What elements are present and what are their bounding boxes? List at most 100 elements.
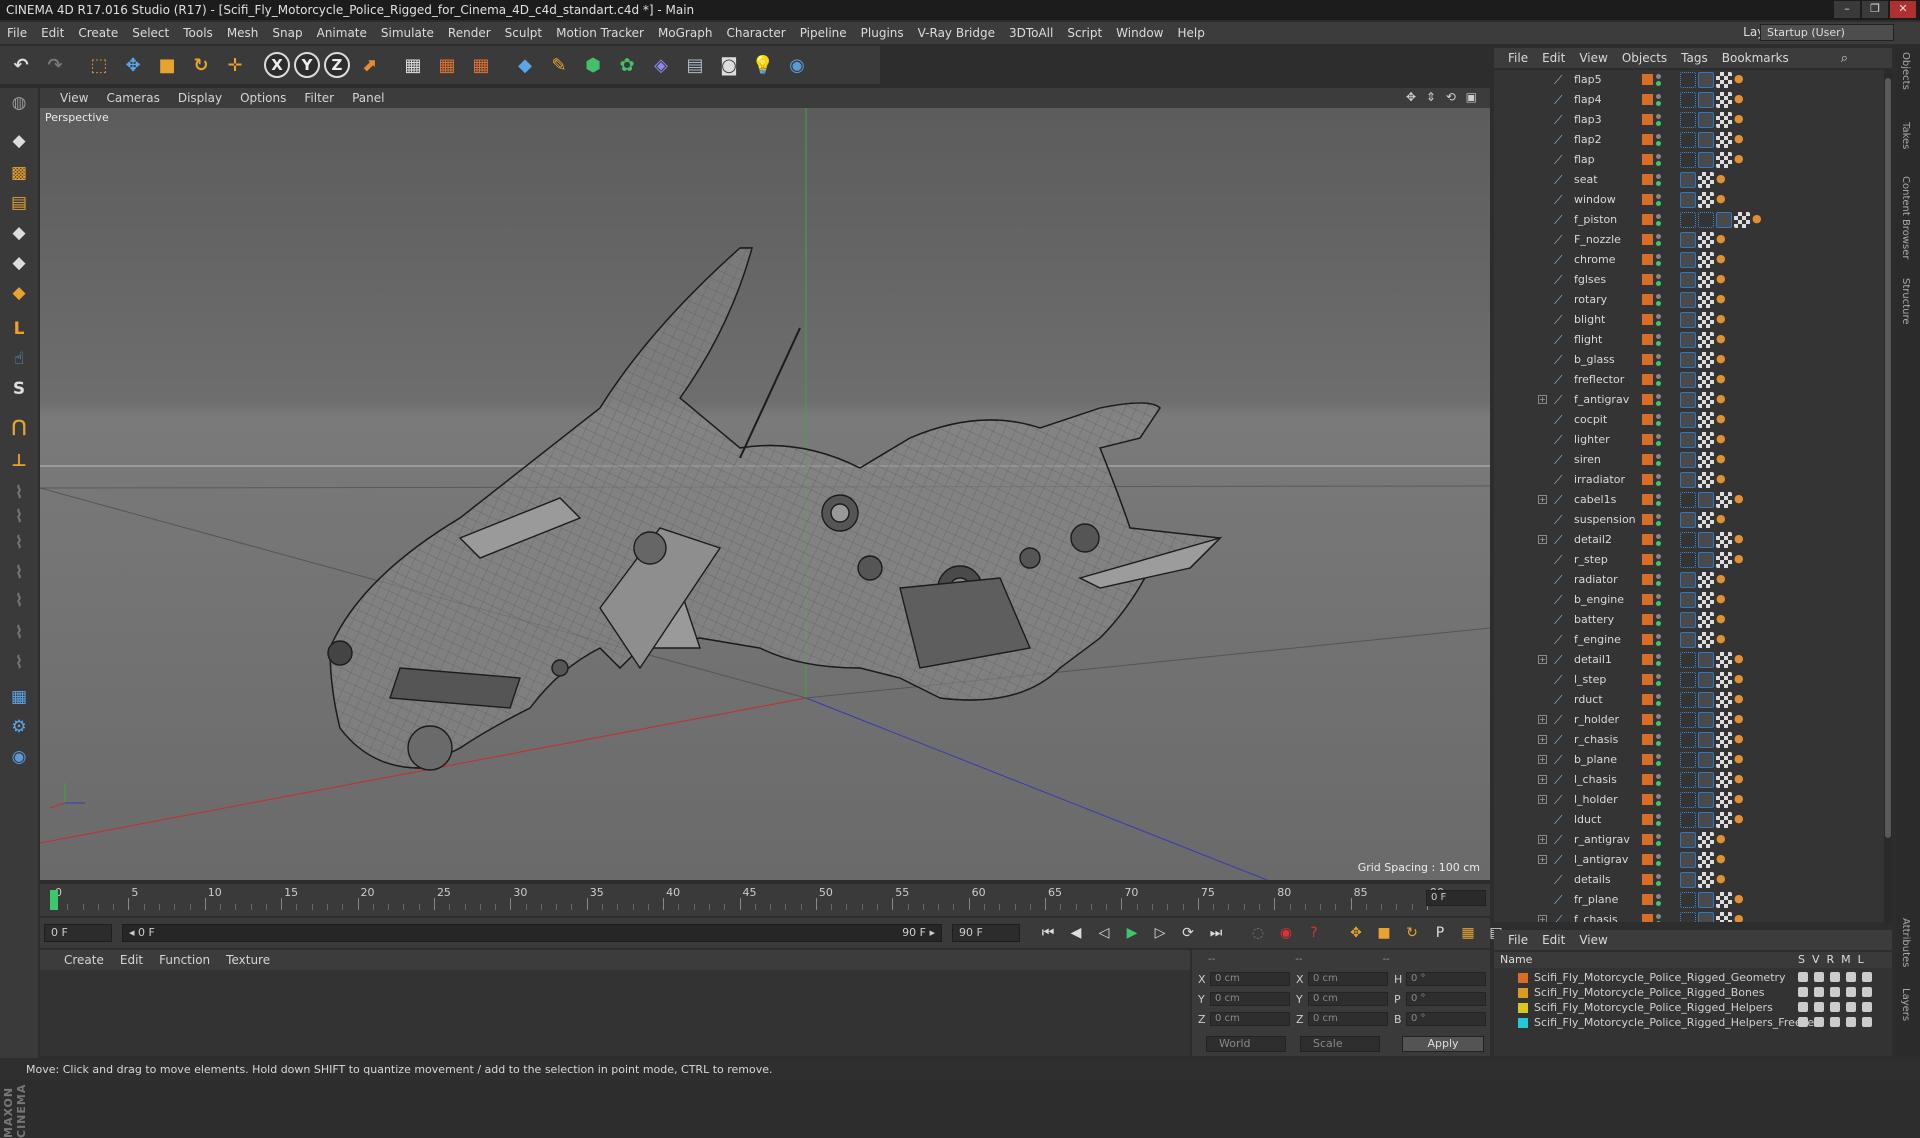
visibility-dots[interactable]	[1656, 232, 1662, 248]
ik-tag-icon[interactable]	[1680, 472, 1696, 488]
editor-visibility-dot[interactable]	[1656, 194, 1661, 199]
editor-visibility-dot[interactable]	[1656, 674, 1661, 679]
object-name[interactable]: suspension	[1574, 513, 1636, 526]
menu-select[interactable]: Select	[125, 26, 176, 40]
texture-tag-icon[interactable]	[1716, 492, 1732, 508]
layer-flag-toggle[interactable]	[1798, 1017, 1808, 1027]
play-icon[interactable]: ▶	[1120, 922, 1144, 944]
layer-flag-column[interactable]: L	[1858, 953, 1864, 966]
object-row[interactable]: + ⟋ cabel1s ●	[1494, 490, 1878, 510]
layer-flag-column[interactable]: S	[1798, 953, 1805, 966]
layer-color-swatch[interactable]	[1518, 1003, 1528, 1013]
weight-tag-icon[interactable]: ●	[1716, 612, 1726, 628]
editor-visibility-dot[interactable]	[1656, 874, 1661, 879]
object-name[interactable]: battery	[1574, 613, 1614, 626]
visibility-dots[interactable]	[1656, 412, 1662, 428]
visibility-dots[interactable]	[1656, 812, 1662, 828]
layer-color-swatch[interactable]	[1642, 594, 1653, 605]
object-row[interactable]: + ⟋ b_plane ●	[1494, 750, 1878, 770]
visibility-dots[interactable]	[1656, 72, 1662, 88]
render-visibility-dot[interactable]	[1656, 361, 1661, 366]
visibility-dots[interactable]	[1656, 872, 1662, 888]
menu-mograph[interactable]: MoGraph	[651, 26, 720, 40]
layer-color-swatch[interactable]	[1642, 634, 1653, 645]
ik-tag-icon[interactable]	[1698, 492, 1714, 508]
brush-5-icon[interactable]: ⌇	[4, 586, 34, 616]
weight-tag-icon[interactable]: ●	[1734, 112, 1744, 128]
texture-tag-icon[interactable]	[1716, 72, 1732, 88]
menu-create[interactable]: Create	[71, 26, 125, 40]
render-visibility-dot[interactable]	[1656, 881, 1661, 886]
menu-simulate[interactable]: Simulate	[374, 26, 441, 40]
render-visibility-dot[interactable]	[1656, 701, 1661, 706]
coordinate-input[interactable]: 0 °	[1406, 992, 1486, 1006]
layer-color-swatch[interactable]	[1642, 534, 1653, 545]
object-row[interactable]: ⟋ blight ●	[1494, 310, 1878, 330]
ik-tag-icon[interactable]	[1698, 552, 1714, 568]
object-name[interactable]: flap	[1574, 153, 1595, 166]
ik-tag-icon[interactable]	[1698, 652, 1714, 668]
render-visibility-dot[interactable]	[1656, 581, 1661, 586]
visibility-dots[interactable]	[1656, 332, 1662, 348]
side-tab-takes[interactable]: Takes	[1900, 122, 1911, 149]
viewport-menu-view[interactable]: View	[60, 91, 88, 105]
visibility-dots[interactable]	[1656, 352, 1662, 368]
frame-range-slider[interactable]: ◂ 0 F 90 F ▸	[122, 924, 942, 942]
ik-tag-icon[interactable]	[1680, 232, 1696, 248]
constraint-tag-icon[interactable]	[1680, 792, 1696, 808]
layer-flag-toggle[interactable]	[1830, 1017, 1840, 1027]
weight-tag-icon[interactable]: ●	[1734, 792, 1744, 808]
weight-tag-icon[interactable]: ●	[1734, 912, 1744, 922]
constraint-tag-icon[interactable]	[1680, 912, 1696, 922]
layer-color-swatch[interactable]	[1642, 474, 1653, 485]
menu-window[interactable]: Window	[1109, 26, 1170, 40]
weight-tag-icon[interactable]: ●	[1716, 832, 1726, 848]
object-name[interactable]: l_antigrav	[1574, 853, 1628, 866]
render-visibility-dot[interactable]	[1656, 461, 1661, 466]
render-visibility-dot[interactable]	[1656, 861, 1661, 866]
ik-tag-icon[interactable]	[1680, 852, 1696, 868]
layer-name[interactable]: Scifi_Fly_Motorcycle_Police_Rigged_Geome…	[1534, 971, 1786, 984]
ik-tag-icon[interactable]	[1698, 672, 1714, 688]
object-name[interactable]: r_antigrav	[1574, 833, 1630, 846]
editor-visibility-dot[interactable]	[1656, 574, 1661, 579]
editor-visibility-dot[interactable]	[1656, 154, 1661, 159]
grid-icon[interactable]: ▦	[4, 682, 34, 712]
weight-tag-icon[interactable]: ●	[1716, 512, 1726, 528]
layer-color-swatch[interactable]	[1642, 714, 1653, 725]
visibility-dots[interactable]	[1656, 852, 1662, 868]
material-menu-function[interactable]: Function	[159, 953, 210, 967]
object-row[interactable]: + ⟋ r_holder ●	[1494, 710, 1878, 730]
menu-script[interactable]: Script	[1060, 26, 1109, 40]
layer-color-swatch[interactable]	[1642, 414, 1653, 425]
layer-color-swatch[interactable]	[1642, 154, 1653, 165]
ik-tag-icon[interactable]	[1698, 752, 1714, 768]
texture-tag-icon[interactable]	[1698, 572, 1714, 588]
light-icon[interactable]: 💡	[748, 50, 778, 80]
ik-tag-icon[interactable]	[1698, 892, 1714, 908]
menu-render[interactable]: Render	[441, 26, 498, 40]
object-row[interactable]: ⟋ F_nozzle ●	[1494, 230, 1878, 250]
layer-color-swatch[interactable]	[1642, 854, 1653, 865]
layer-color-swatch[interactable]	[1642, 334, 1653, 345]
visibility-dots[interactable]	[1656, 312, 1662, 328]
weight-tag-icon[interactable]: ●	[1734, 772, 1744, 788]
timeline[interactable]: 051015202530354045505560657075808590 0 F	[40, 884, 1490, 916]
weight-tag-icon[interactable]: ●	[1734, 532, 1744, 548]
constraint-tag-icon[interactable]	[1680, 692, 1696, 708]
tweak-mode-icon[interactable]: ☝	[4, 344, 34, 374]
editor-visibility-dot[interactable]	[1656, 914, 1661, 919]
object-row[interactable]: ⟋ lduct ●	[1494, 810, 1878, 830]
viewport-navigation-icons[interactable]: ✥ ⇕ ⟲ ▣	[1406, 90, 1480, 104]
editor-visibility-dot[interactable]	[1656, 334, 1661, 339]
object-name[interactable]: r_holder	[1574, 713, 1619, 726]
layer-color-swatch[interactable]	[1642, 94, 1653, 105]
object-row[interactable]: ⟋ flight ●	[1494, 330, 1878, 350]
ik-tag-icon[interactable]	[1680, 272, 1696, 288]
object-row[interactable]: ⟋ rduct ●	[1494, 690, 1878, 710]
ik-tag-icon[interactable]	[1680, 452, 1696, 468]
keyframe-off-icon[interactable]: ◌	[1246, 922, 1270, 944]
weight-tag-icon[interactable]: ●	[1734, 672, 1744, 688]
object-row[interactable]: ⟋ fr_plane ●	[1494, 890, 1878, 910]
render-visibility-dot[interactable]	[1656, 281, 1661, 286]
